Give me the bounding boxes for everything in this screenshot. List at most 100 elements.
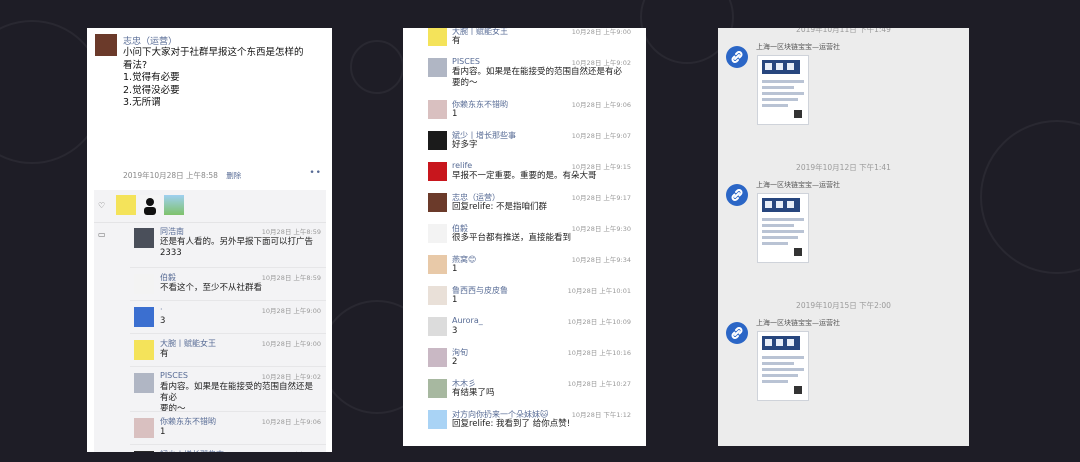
commenter-name[interactable]: 大腕丨赋能女王 xyxy=(160,338,216,349)
commenter-name[interactable]: 斌少丨增长那些事 xyxy=(160,449,224,452)
commenter-avatar[interactable] xyxy=(428,410,447,429)
commenter-avatar[interactable] xyxy=(134,228,154,248)
post-line: 2.觉得没必要 xyxy=(123,84,180,96)
comment-line: 要的～ xyxy=(452,78,478,88)
shared-links-panel: 2019年10月11日 下午1:49 上海一区块链宝宝—运营社 2019年10月12… xyxy=(718,28,969,446)
commenter-avatar[interactable] xyxy=(134,418,154,438)
comment-item[interactable]: 洵旬 10月28日 上午10:16 2 xyxy=(403,343,646,374)
comment-item[interactable]: 斌少丨增长那些事 10月28日 上午9:07 好多字 xyxy=(403,126,646,157)
comment-time: 10月28日 上午9:02 xyxy=(261,373,321,381)
share-source[interactable]: 上海一区块链宝宝—运营社 xyxy=(756,42,840,52)
comment-item[interactable]: 你赖东东不错哟 10月28日 上午9:06 1 xyxy=(130,411,326,445)
comment-item[interactable]: 你赖东东不错哟 10月28日 上午9:06 1 xyxy=(403,95,646,126)
comment-line: 回复relife: 不是指咱们群 xyxy=(452,202,548,212)
share-source[interactable]: 上海一区块链宝宝—运营社 xyxy=(756,318,840,328)
commenter-avatar[interactable] xyxy=(428,255,447,274)
share-source[interactable]: 上海一区块链宝宝—运营社 xyxy=(756,180,840,190)
comment-line: 3 xyxy=(452,326,458,336)
heart-icon: ♡ xyxy=(98,201,106,210)
comment-time: 10月28日 上午9:17 xyxy=(571,194,631,202)
commenter-avatar[interactable] xyxy=(428,162,447,181)
comment-item[interactable]: · 10月28日 上午9:00 3 xyxy=(130,300,326,334)
liker-avatar[interactable] xyxy=(164,195,184,215)
commenter-name[interactable]: relife xyxy=(452,161,472,170)
link-icon xyxy=(731,51,743,63)
comment-item[interactable]: PISCES 10月28日 上午9:02 看内容。如果是在能接受的范围自然还是有必要… xyxy=(130,366,326,414)
comment-time: 10月28日 下午1:12 xyxy=(571,411,631,419)
link-badge[interactable] xyxy=(726,46,748,68)
comment-item[interactable]: Aurora_ 10月28日 上午10:09 3 xyxy=(403,312,646,343)
commenter-avatar[interactable] xyxy=(428,286,447,305)
comment-text: 1 xyxy=(452,295,640,306)
comment-text: 3 xyxy=(452,326,640,337)
comment-time: 10月28日 上午10:09 xyxy=(567,318,631,326)
comment-line: 有 xyxy=(452,36,461,46)
shared-poster-thumbnail[interactable] xyxy=(757,193,809,263)
comment-item[interactable]: 同浩南 10月28日 上午8:59 还是有人看的。另外早报下面可以打广告 2333 xyxy=(130,222,326,267)
commenter-name[interactable]: 伯毅 xyxy=(160,272,176,283)
shared-poster-thumbnail[interactable] xyxy=(757,331,809,401)
commenter-name[interactable]: 同浩南 xyxy=(160,226,184,237)
link-badge[interactable] xyxy=(726,184,748,206)
comment-item[interactable]: 伯毅 10月28日 上午9:30 很多平台都有推送，直接能看到 xyxy=(403,219,646,250)
post-line: 3.无所谓 xyxy=(123,97,161,108)
link-badge[interactable] xyxy=(726,322,748,344)
liker-avatar[interactable] xyxy=(116,195,136,215)
comment-item[interactable]: 斌少丨增长那些事 10月28日 上午9:07 xyxy=(130,444,326,452)
comment-item[interactable]: 大腕丨赋能女王 10月28日 上午9:00 有 xyxy=(130,333,326,367)
moment-post: 志忠（运营） 小问下大家对于社群早报这个东西是怎样的 看法? 1.觉得有必要 2… xyxy=(87,28,332,190)
comment-text: 不看这个，至少不从社群看 xyxy=(160,283,320,294)
author-avatar[interactable] xyxy=(95,34,117,56)
more-button[interactable]: •• xyxy=(309,168,322,178)
post-author[interactable]: 志忠（运营） xyxy=(123,34,177,47)
commenter-avatar[interactable] xyxy=(428,58,447,77)
commenter-avatar[interactable] xyxy=(134,340,154,360)
comment-time: 10月28日 上午10:01 xyxy=(567,287,631,295)
comment-item[interactable]: 大腕丨赋能女王 10月28日 上午9:00 有 xyxy=(403,28,646,53)
commenter-avatar[interactable] xyxy=(428,224,447,243)
comment-text: 回复relife: 我看到了 给你点赞! xyxy=(452,419,640,430)
comment-line: 1 xyxy=(452,109,458,119)
comment-item[interactable]: 伯毅 10月28日 上午8:59 不看这个，至少不从社群看 xyxy=(130,267,326,301)
comment-item[interactable]: 志忠（运营） 10月28日 上午9:17 回复relife: 不是指咱们群 xyxy=(403,188,646,219)
comment-text: 2 xyxy=(452,357,640,368)
comment-text: 有结果了吗 xyxy=(452,388,640,399)
comment-time: 10月28日 上午10:27 xyxy=(567,380,631,388)
commenter-avatar[interactable] xyxy=(428,100,447,119)
commenter-avatar[interactable] xyxy=(134,307,154,327)
delete-link[interactable]: 删除 xyxy=(226,171,241,180)
commenter-avatar[interactable] xyxy=(428,317,447,336)
comment-line: 有 xyxy=(160,349,169,359)
comment-line: 1 xyxy=(452,295,458,305)
commenter-avatar[interactable] xyxy=(428,131,447,150)
commenter-avatar[interactable] xyxy=(134,274,154,294)
comments-panel: 大腕丨赋能女王 10月28日 上午9:00 有 PISCES 10月28日 上午9:02… xyxy=(403,28,646,446)
comment-item[interactable]: 鲁西西与皮皮鲁 10月28日 上午10:01 1 xyxy=(403,281,646,312)
comment-item[interactable]: 对方向你扔来一个朵妹妹🐱 10月28日 下午1:12 回复relife: 我看到了 … xyxy=(403,405,646,436)
commenter-avatar[interactable] xyxy=(134,451,154,452)
comment-item[interactable]: 木木彡 10月28日 上午10:27 有结果了吗 xyxy=(403,374,646,405)
commenter-avatar[interactable] xyxy=(428,28,447,46)
shared-poster-thumbnail[interactable] xyxy=(757,55,809,125)
comment-text: 有 xyxy=(452,36,640,47)
comment-line: 还是有人看的。另外早报下面可以打广告 xyxy=(160,237,314,247)
comment-item[interactable]: PISCES 10月28日 上午9:02 看内容。如果是在能接受的范围自然还是有必要… xyxy=(403,53,646,95)
commenter-name[interactable]: Aurora_ xyxy=(452,316,483,325)
commenter-avatar[interactable] xyxy=(134,373,154,393)
commenter-name[interactable]: · xyxy=(160,305,163,314)
commenter-name[interactable]: PISCES xyxy=(160,371,188,380)
comment-time: 10月28日 上午9:07 xyxy=(262,449,321,452)
comment-line: 好多字 xyxy=(452,140,478,150)
liker-avatar[interactable] xyxy=(140,195,160,215)
comment-time: 10月28日 上午9:06 xyxy=(261,418,321,426)
commenter-avatar[interactable] xyxy=(428,193,447,212)
commenter-avatar[interactable] xyxy=(428,379,447,398)
commenter-name[interactable]: 你赖东东不错哟 xyxy=(160,416,216,427)
post-text: 小问下大家对于社群早报这个东西是怎样的 看法? 1.觉得有必要 2.觉得没必要 … xyxy=(123,47,323,110)
comments-section: ♡ ▭ 同浩南 10月28日 上午8:59 还是有人看的。另外早报下面可以打广告 23… xyxy=(94,190,326,452)
comment-item[interactable]: relife 10月28日 上午9:15 早报不一定重要。重要的是。有朵大哥 xyxy=(403,157,646,188)
comment-item[interactable]: 燕窝😊 10月28日 上午9:34 1 xyxy=(403,250,646,281)
likes-row: ♡ xyxy=(94,190,326,223)
commenter-name[interactable]: PISCES xyxy=(452,57,480,66)
commenter-avatar[interactable] xyxy=(428,348,447,367)
